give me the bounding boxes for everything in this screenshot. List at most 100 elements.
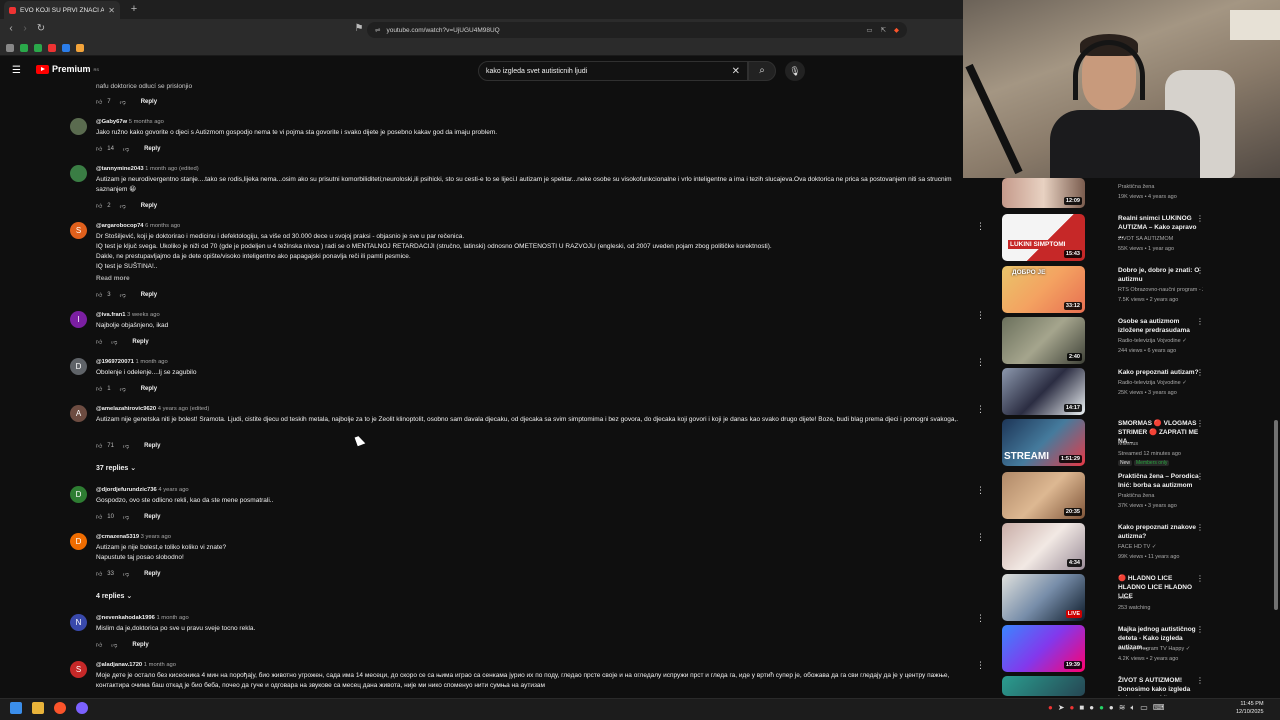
reply-button[interactable]: Reply (144, 571, 160, 577)
reply-button[interactable]: Reply (141, 99, 157, 105)
tray-app-icon[interactable]: ■ (1079, 703, 1084, 713)
video-title[interactable]: Dobro je, dobro je znati: O autizmu (1118, 266, 1200, 284)
video-channel[interactable]: Radio-televizija Vojvodine ✓ (1118, 380, 1203, 386)
more-icon[interactable]: ⋮ (976, 613, 985, 624)
like-icon[interactable]: 👍︎ (96, 202, 102, 210)
scrollbar-thumb[interactable] (1274, 420, 1278, 610)
video-channel[interactable]: ŽIVOT SA AUTIZMOM (1118, 236, 1203, 242)
like-icon[interactable]: 👍︎ (96, 291, 102, 299)
back-icon[interactable]: ‹ (4, 22, 18, 36)
more-icon[interactable]: ⋮ (1196, 214, 1204, 223)
volume-icon[interactable]: 🔈︎ (1130, 703, 1135, 713)
url-field[interactable]: ⇌ youtube.com/watch?v=UjUGU4M98UQ ▭ ⇱ ◆ (367, 22, 907, 38)
comment-author[interactable]: @aladjanav.1720 1 month ago (96, 662, 176, 668)
comment-author[interactable]: @Gaby67w 5 months ago (96, 119, 164, 125)
bookmark-sheets-icon[interactable] (20, 43, 28, 52)
avatar[interactable] (70, 118, 87, 135)
like-icon[interactable]: 👍︎ (96, 570, 102, 578)
more-icon[interactable]: ⋮ (1196, 419, 1204, 428)
search-button[interactable]: ⌕ (748, 61, 776, 81)
dislike-icon[interactable]: 👎︎ (120, 385, 126, 393)
bookmark-icon[interactable]: ⚑ (352, 22, 366, 36)
video-thumbnail[interactable]: 14:17 (1002, 368, 1085, 415)
video-channel[interactable]: Radio-televizija Vojvodine ✓ (1118, 338, 1203, 344)
brave-browser-icon[interactable] (54, 702, 66, 714)
wifi-icon[interactable]: ≋ (1119, 703, 1126, 713)
video-channel[interactable]: Praktična žena (1118, 184, 1203, 190)
video-thumbnail[interactable]: ДОБРО ЈЕ 33:12 (1002, 266, 1085, 313)
video-thumbnail[interactable]: 12:09 (1002, 178, 1085, 208)
like-icon[interactable]: 👍︎ (96, 641, 102, 649)
more-icon[interactable]: ⋮ (976, 660, 985, 671)
dislike-icon[interactable]: 👎︎ (123, 442, 129, 450)
video-thumbnail[interactable]: LIVE (1002, 574, 1085, 621)
tray-app-icon[interactable]: ● (1048, 703, 1053, 713)
video-title[interactable]: Kako prepoznati autizam? (1118, 368, 1200, 377)
site-info-icon[interactable]: ⇌ (375, 26, 380, 34)
video-channel[interactable]: Jutarnji Program TV Happy ✓ (1118, 646, 1203, 652)
avatar[interactable]: A (70, 405, 87, 422)
video-title[interactable]: Kako prepoznati znakove autizma? (1118, 523, 1200, 541)
more-icon[interactable]: ⋮ (976, 404, 985, 415)
more-icon[interactable]: ⋮ (1196, 676, 1204, 685)
more-icon[interactable]: ⋮ (976, 221, 985, 232)
like-icon[interactable]: 👍︎ (96, 385, 102, 393)
search-input[interactable]: kako izgleda svet autisticnih ljudi ✕ (478, 61, 748, 81)
whatsapp-icon[interactable]: ● (1099, 703, 1104, 713)
forward-icon[interactable]: › (18, 22, 32, 36)
video-thumbnail[interactable]: 19:39 (1002, 625, 1085, 672)
video-thumbnail[interactable]: LUKINI SIMPTOMI 15:43 (1002, 214, 1085, 261)
tray-app-icon[interactable]: ● (1089, 703, 1094, 713)
more-icon[interactable]: ⋮ (1196, 523, 1204, 532)
clear-search-icon[interactable]: ✕ (732, 66, 740, 77)
avatar[interactable]: I (70, 311, 87, 328)
like-icon[interactable]: 👍︎ (96, 145, 102, 153)
more-icon[interactable]: ⋮ (976, 532, 985, 543)
new-tab-button[interactable]: + (127, 2, 141, 16)
brave-shield-icon[interactable]: ◆ (894, 26, 899, 34)
video-channel[interactable]: FACE HD TV ✓ (1118, 544, 1203, 550)
bookmark-add-icon[interactable] (34, 43, 42, 52)
avatar[interactable]: D (70, 486, 87, 503)
voice-search-button[interactable]: 🎙 (785, 61, 805, 81)
dislike-icon[interactable]: 👎︎ (120, 202, 126, 210)
bookmark-youtube-icon[interactable] (48, 43, 56, 52)
comment-author[interactable]: @1969720071 1 month ago (96, 359, 168, 365)
view-replies-button[interactable]: 37 replies ⌄ (96, 464, 136, 472)
mic-muted-icon[interactable]: ● (1070, 703, 1075, 713)
comment-author[interactable]: @djordjefurundzic736 4 years ago (96, 487, 189, 493)
like-icon[interactable]: 👍︎ (96, 338, 102, 346)
avatar[interactable]: S (70, 661, 87, 678)
comment-author[interactable]: @cmazena5319 3 years ago (96, 534, 171, 540)
app-icon[interactable] (76, 702, 88, 714)
like-icon[interactable]: 👍︎ (96, 98, 102, 106)
more-icon[interactable]: ⋮ (976, 357, 985, 368)
telegram-icon[interactable]: ➤ (1058, 703, 1065, 713)
video-title[interactable]: Osobe sa autizmom izložene predrasudama (1118, 317, 1200, 335)
more-icon[interactable]: ⋮ (976, 310, 985, 321)
dislike-icon[interactable]: 👎︎ (123, 513, 129, 521)
reload-icon[interactable]: ↻ (34, 22, 48, 36)
windows-start-icon[interactable] (10, 702, 22, 714)
dislike-icon[interactable]: 👎︎ (120, 98, 126, 106)
view-replies-button[interactable]: 4 replies ⌄ (96, 592, 132, 600)
browser-tab[interactable]: EVO KOJI SU PRVI ZNACI AUT ✕ (4, 1, 120, 19)
comment-author[interactable]: @tannymine2043 1 month ago (edited) (96, 166, 199, 172)
battery-icon[interactable]: ▭ (1140, 703, 1148, 713)
more-icon[interactable]: ⋮ (1196, 266, 1204, 275)
video-channel[interactable]: Praktična žena (1118, 493, 1203, 499)
more-icon[interactable]: ⋮ (1196, 368, 1204, 377)
comment-author[interactable]: @amelazahirovic9620 4 years ago (edited) (96, 406, 209, 412)
more-icon[interactable]: ⋮ (976, 485, 985, 496)
reply-button[interactable]: Reply (141, 292, 157, 298)
youtube-logo[interactable]: Premium RS (36, 64, 99, 74)
read-more-link[interactable]: Read more (96, 275, 130, 282)
reply-button[interactable]: Reply (144, 146, 160, 152)
video-channel[interactable]: RTS Obrazovno-naučni program - Zvanič... (1118, 287, 1203, 293)
video-thumbnail[interactable]: 4:34 (1002, 523, 1085, 570)
video-thumbnail[interactable]: STREAMI 1:51:29 (1002, 419, 1085, 466)
comment-author[interactable]: @iva.fran1 3 weeks ago (96, 312, 160, 318)
like-icon[interactable]: 👍︎ (96, 442, 102, 450)
more-icon[interactable]: ⋮ (1196, 625, 1204, 634)
video-thumbnail[interactable]: 20:35 (1002, 472, 1085, 519)
